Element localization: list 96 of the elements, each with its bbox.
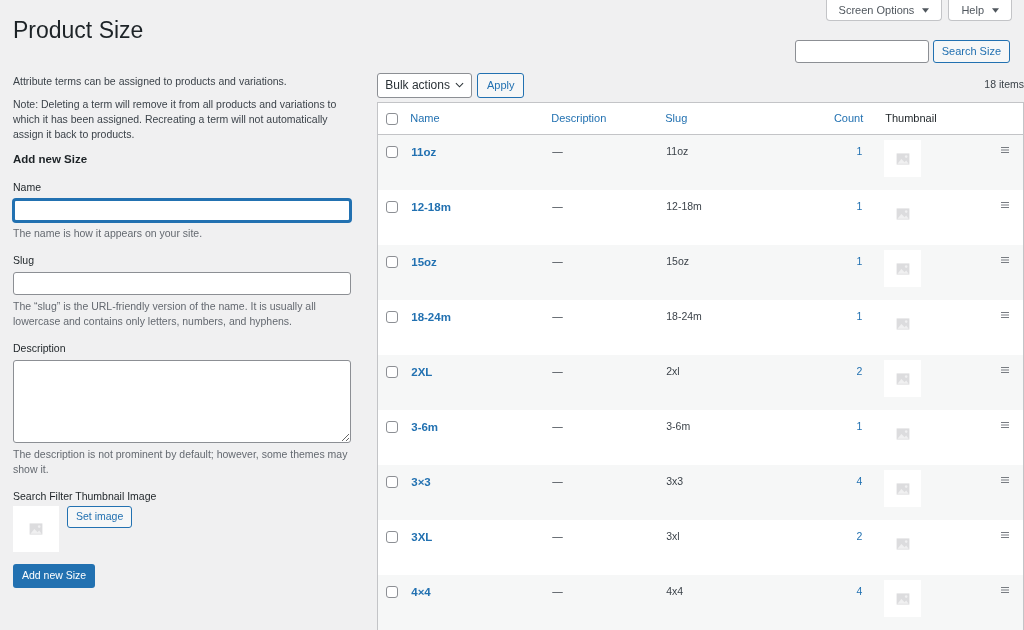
table-cell: 11oz (666, 145, 689, 157)
term-name-link[interactable]: 2XL (411, 366, 433, 378)
count-link[interactable]: 2 (856, 365, 863, 377)
row-checkbox[interactable] (386, 421, 399, 433)
table-cell: 2xl (666, 365, 680, 377)
table-cell: — (552, 585, 563, 597)
table-cell: — (552, 145, 563, 157)
term-name-link[interactable]: 15oz (411, 256, 437, 268)
count-link[interactable]: 1 (856, 310, 863, 322)
drag-handle-icon[interactable] (1001, 367, 1009, 373)
count-link[interactable]: 4 (856, 475, 863, 487)
drag-handle-icon[interactable] (1001, 532, 1009, 538)
help-text: The “slug” is the URL-friendly version of the name. It is usually all lowercase and contains only letters, numbers, and hyphens. (13, 298, 317, 329)
count-link[interactable]: 1 (856, 200, 863, 212)
field-label: Slug (13, 253, 35, 268)
term-name-link[interactable]: 3XL (411, 531, 433, 543)
count-link[interactable]: 1 (856, 420, 863, 432)
field-label: Search Filter Thumbnail Image (13, 488, 158, 504)
header-tab[interactable]: Help (948, 0, 1012, 21)
drag-handle-icon[interactable] (1001, 587, 1009, 593)
help-text: The description is not prominent by default; however, some themes may show it. (13, 446, 349, 477)
column-header[interactable]: Count (803, 110, 884, 127)
row-checkbox[interactable] (386, 476, 399, 488)
row-checkbox[interactable] (386, 311, 399, 323)
term-name-link[interactable]: 4×4 (411, 586, 431, 598)
bulk-actions-dropdown[interactable]: Bulk actions (377, 72, 472, 98)
table-cell: 12-18m (666, 200, 702, 212)
table-cell: 3x3 (666, 475, 684, 487)
term-name-link[interactable]: 11oz (411, 146, 437, 158)
drag-handle-icon[interactable] (1001, 312, 1009, 318)
submit-button[interactable]: Add new Size (13, 564, 96, 589)
drag-handle-icon[interactable] (1001, 147, 1009, 153)
table-cell: — (552, 420, 563, 432)
table-cell: 18-24m (666, 310, 702, 322)
image-icon (894, 260, 911, 277)
column-header[interactable]: Description (551, 110, 666, 127)
table-cell: 4x4 (666, 585, 684, 597)
image-icon (894, 425, 911, 442)
search-button[interactable]: Search Size (932, 40, 1010, 63)
apply-button[interactable]: Apply (476, 72, 525, 98)
page-title: Product Size (13, 16, 144, 45)
term-name-link[interactable]: 18-24m (411, 311, 451, 323)
count-link[interactable]: 2 (856, 530, 863, 542)
intro-text: Attribute terms can be assigned to products and variations. (13, 74, 288, 89)
table-cell: — (552, 200, 563, 212)
image-icon (894, 590, 911, 607)
description-field[interactable] (13, 359, 352, 443)
set-image-button[interactable]: Set image (67, 506, 133, 529)
column-header: Thumbnail (884, 111, 938, 127)
table-cell: 3xl (666, 530, 680, 542)
field-label: Description (13, 340, 67, 356)
row-checkbox[interactable] (386, 531, 399, 543)
table-cell: 3-6m (666, 420, 691, 432)
text-field[interactable] (13, 271, 352, 295)
term-name-link[interactable]: 3×3 (411, 476, 431, 488)
image-icon (894, 370, 911, 387)
drag-handle-icon[interactable] (1001, 202, 1009, 208)
table-cell: — (552, 365, 563, 377)
count-link[interactable]: 4 (856, 585, 863, 597)
caret-icon (922, 7, 930, 13)
search-field[interactable] (794, 40, 929, 63)
term-name-link[interactable]: 3-6m (411, 421, 439, 433)
field-label: Name (13, 180, 42, 196)
drag-handle-icon[interactable] (1001, 257, 1009, 263)
image-icon (894, 205, 911, 222)
chevron-icon (454, 82, 464, 88)
image-icon (894, 480, 911, 497)
items-count: 18 items (984, 77, 1024, 93)
count-link[interactable]: 1 (856, 145, 863, 157)
row-checkbox[interactable] (386, 201, 399, 213)
drag-handle-icon[interactable] (1001, 477, 1009, 483)
header-tab[interactable]: Screen Options (825, 0, 943, 21)
table-cell: — (552, 530, 563, 542)
table-cell: — (552, 310, 563, 322)
help-text: The name is how it appears on your site. (13, 226, 204, 241)
drag-handle-icon[interactable] (1001, 422, 1009, 428)
term-name-link[interactable]: 12-18m (411, 201, 451, 213)
form-heading: Add new Size (13, 152, 89, 167)
select-all-checkbox[interactable] (386, 112, 399, 125)
image-icon (894, 535, 911, 552)
column-header[interactable]: Slug (665, 110, 804, 127)
count-link[interactable]: 1 (856, 255, 863, 267)
column-header[interactable]: Name (410, 110, 552, 127)
caret-icon (992, 7, 999, 13)
row-checkbox[interactable] (386, 366, 399, 378)
image-icon (28, 521, 44, 538)
image-icon (894, 315, 911, 332)
table-cell: — (552, 255, 563, 267)
image-icon (894, 150, 911, 167)
row-checkbox[interactable] (386, 586, 399, 598)
note-text: Note: Deleting a term will remove it from all products and variations to which it has been assigned. Recreating a term will not automatically assign it back to products. (13, 97, 338, 142)
table-cell: 15oz (666, 255, 690, 267)
table-cell: — (552, 475, 563, 487)
row-checkbox[interactable] (386, 256, 399, 268)
row-checkbox[interactable] (386, 146, 399, 158)
text-field[interactable] (13, 199, 352, 222)
